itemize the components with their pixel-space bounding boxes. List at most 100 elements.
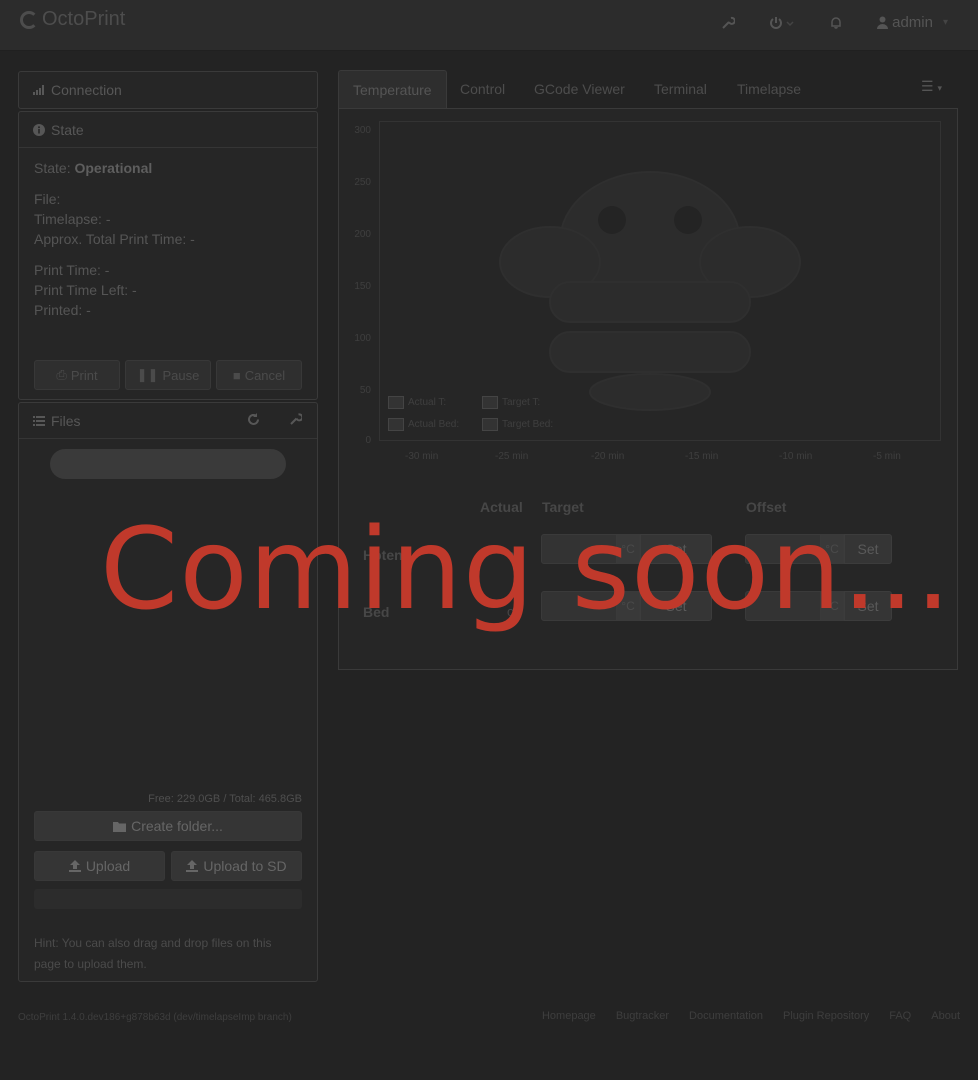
files-panel: Files Free: 229.0GB / Total: 465.8GB Cre… xyxy=(18,402,318,982)
footer-links: Homepage Bugtracker Documentation Plugin… xyxy=(542,1010,960,1022)
footer-link-homepage[interactable]: Homepage xyxy=(542,1010,596,1022)
files-search-input[interactable] xyxy=(50,449,286,479)
legend-target-bed: Target Bed: xyxy=(482,418,553,431)
tab-control[interactable]: Control xyxy=(446,70,519,108)
legend-swatch xyxy=(482,418,498,431)
tab-temperature[interactable]: Temperature xyxy=(338,70,447,108)
state-line: State: Operational xyxy=(34,160,152,176)
printed-line: Printed: - xyxy=(34,302,91,318)
chevron-down-icon: ▾ xyxy=(937,83,942,93)
storage-free-text: Free: 229.0GB / Total: 465.8GB xyxy=(148,793,302,805)
wrench-icon[interactable] xyxy=(721,16,736,30)
connection-header[interactable]: Connection xyxy=(19,72,317,108)
list-icon xyxy=(33,415,45,426)
info-icon xyxy=(33,123,45,136)
temperature-graph: Actual T: Target T: Actual Bed: Target B… xyxy=(379,121,941,441)
y-tick: 200 xyxy=(354,229,371,240)
footer-link-plugin-repository[interactable]: Plugin Repository xyxy=(783,1010,869,1022)
bell-icon[interactable] xyxy=(829,16,843,30)
y-tick: 50 xyxy=(359,385,371,396)
tab-menu-button[interactable]: ☰ ▾ xyxy=(921,78,942,95)
upload-button[interactable]: Upload xyxy=(34,851,165,881)
main-tabs: Temperature Control GCode Viewer Termina… xyxy=(338,70,958,108)
approx-time-line: Approx. Total Print Time: - xyxy=(34,231,195,247)
x-tick: -30 min xyxy=(405,451,439,462)
refresh-icon[interactable] xyxy=(247,413,260,426)
legend-label: Actual Bed: xyxy=(408,419,460,430)
y-tick: 100 xyxy=(354,333,371,344)
x-tick: -25 min xyxy=(495,451,529,462)
legend-swatch xyxy=(388,396,404,409)
x-tick: -20 min xyxy=(591,451,625,462)
y-tick: 150 xyxy=(354,281,371,292)
tab-timelapse[interactable]: Timelapse xyxy=(723,70,815,108)
wrench-icon[interactable] xyxy=(289,413,302,426)
x-tick: -5 min xyxy=(873,451,901,462)
cancel-label: Cancel xyxy=(244,367,286,383)
files-title: Files xyxy=(51,412,81,429)
user-menu[interactable]: admin ▾ xyxy=(877,14,948,31)
tab-terminal[interactable]: Terminal xyxy=(640,70,721,108)
print-button[interactable]: ⎙ Print xyxy=(34,360,120,390)
legend-label: Actual T: xyxy=(408,397,447,408)
pause-button[interactable]: ❚❚ Pause xyxy=(125,360,211,390)
file-line: File: xyxy=(34,191,61,207)
y-tick: 0 xyxy=(365,435,371,446)
user-name: admin xyxy=(892,14,933,31)
nav-right: admin ▾ xyxy=(721,14,948,31)
footer-version: OctoPrint 1.4.0.dev186+g878b63d (dev/tim… xyxy=(18,1012,292,1023)
coming-soon-overlay: Coming soon... xyxy=(100,505,952,635)
brand[interactable]: OctoPrint xyxy=(20,8,125,31)
files-header[interactable]: Files xyxy=(19,403,317,439)
legend-label: Target Bed: xyxy=(502,419,554,430)
footer-link-faq[interactable]: FAQ xyxy=(889,1010,911,1022)
user-icon xyxy=(877,16,889,29)
y-tick: 300 xyxy=(354,125,371,136)
stop-icon: ■ xyxy=(232,367,241,383)
legend-swatch xyxy=(388,418,404,431)
print-time-line: Print Time: - xyxy=(34,262,110,278)
signal-icon xyxy=(33,85,45,95)
octopus-watermark xyxy=(499,171,801,411)
y-tick: 250 xyxy=(354,177,371,188)
cancel-button[interactable]: ■ Cancel xyxy=(216,360,302,390)
print-time-left-line: Print Time Left: - xyxy=(34,282,137,298)
x-tick: -10 min xyxy=(779,451,813,462)
upload-label: Upload xyxy=(85,858,131,874)
state-label: State: xyxy=(34,160,71,176)
legend-target-t: Target T: xyxy=(482,396,540,409)
power-icon[interactable] xyxy=(769,16,795,30)
upload-hint: Hint: You can also drag and drop files o… xyxy=(34,936,272,971)
upload-progress-bar xyxy=(34,889,302,909)
chevron-down-icon: ▾ xyxy=(942,17,948,28)
print-label: Print xyxy=(70,367,98,383)
brand-label: OctoPrint xyxy=(42,8,126,30)
legend-actual-bed: Actual Bed: xyxy=(388,418,459,431)
state-value: Operational xyxy=(74,160,153,176)
octoprint-logo-icon xyxy=(20,10,38,29)
create-folder-button[interactable]: Create folder... xyxy=(34,811,302,841)
x-tick: -15 min xyxy=(685,451,719,462)
create-folder-label: Create folder... xyxy=(131,818,223,834)
upload-sd-button[interactable]: Upload to SD xyxy=(171,851,302,881)
tab-gcode-viewer[interactable]: GCode Viewer xyxy=(520,70,639,108)
timelapse-line: Timelapse: - xyxy=(34,211,111,227)
legend-actual-t: Actual T: xyxy=(388,396,446,409)
connection-panel: Connection xyxy=(18,71,318,109)
pause-icon: ❚❚ xyxy=(136,367,159,382)
upload-icon xyxy=(186,860,199,872)
footer-link-bugtracker[interactable]: Bugtracker xyxy=(616,1010,669,1022)
list-icon: ☰ xyxy=(921,78,934,94)
pause-label: Pause xyxy=(162,367,200,383)
state-header[interactable]: State xyxy=(19,112,317,148)
state-panel: State State: Operational File: Timelapse… xyxy=(18,111,318,400)
upload-icon xyxy=(68,860,81,872)
connection-title: Connection xyxy=(51,82,122,98)
folder-icon xyxy=(113,821,127,832)
footer-link-documentation[interactable]: Documentation xyxy=(689,1010,763,1022)
footer-link-about[interactable]: About xyxy=(931,1010,960,1022)
print-icon: ⎙ xyxy=(56,367,67,382)
upload-sd-label: Upload to SD xyxy=(203,858,287,874)
legend-swatch xyxy=(482,396,498,409)
state-title: State xyxy=(51,121,84,138)
